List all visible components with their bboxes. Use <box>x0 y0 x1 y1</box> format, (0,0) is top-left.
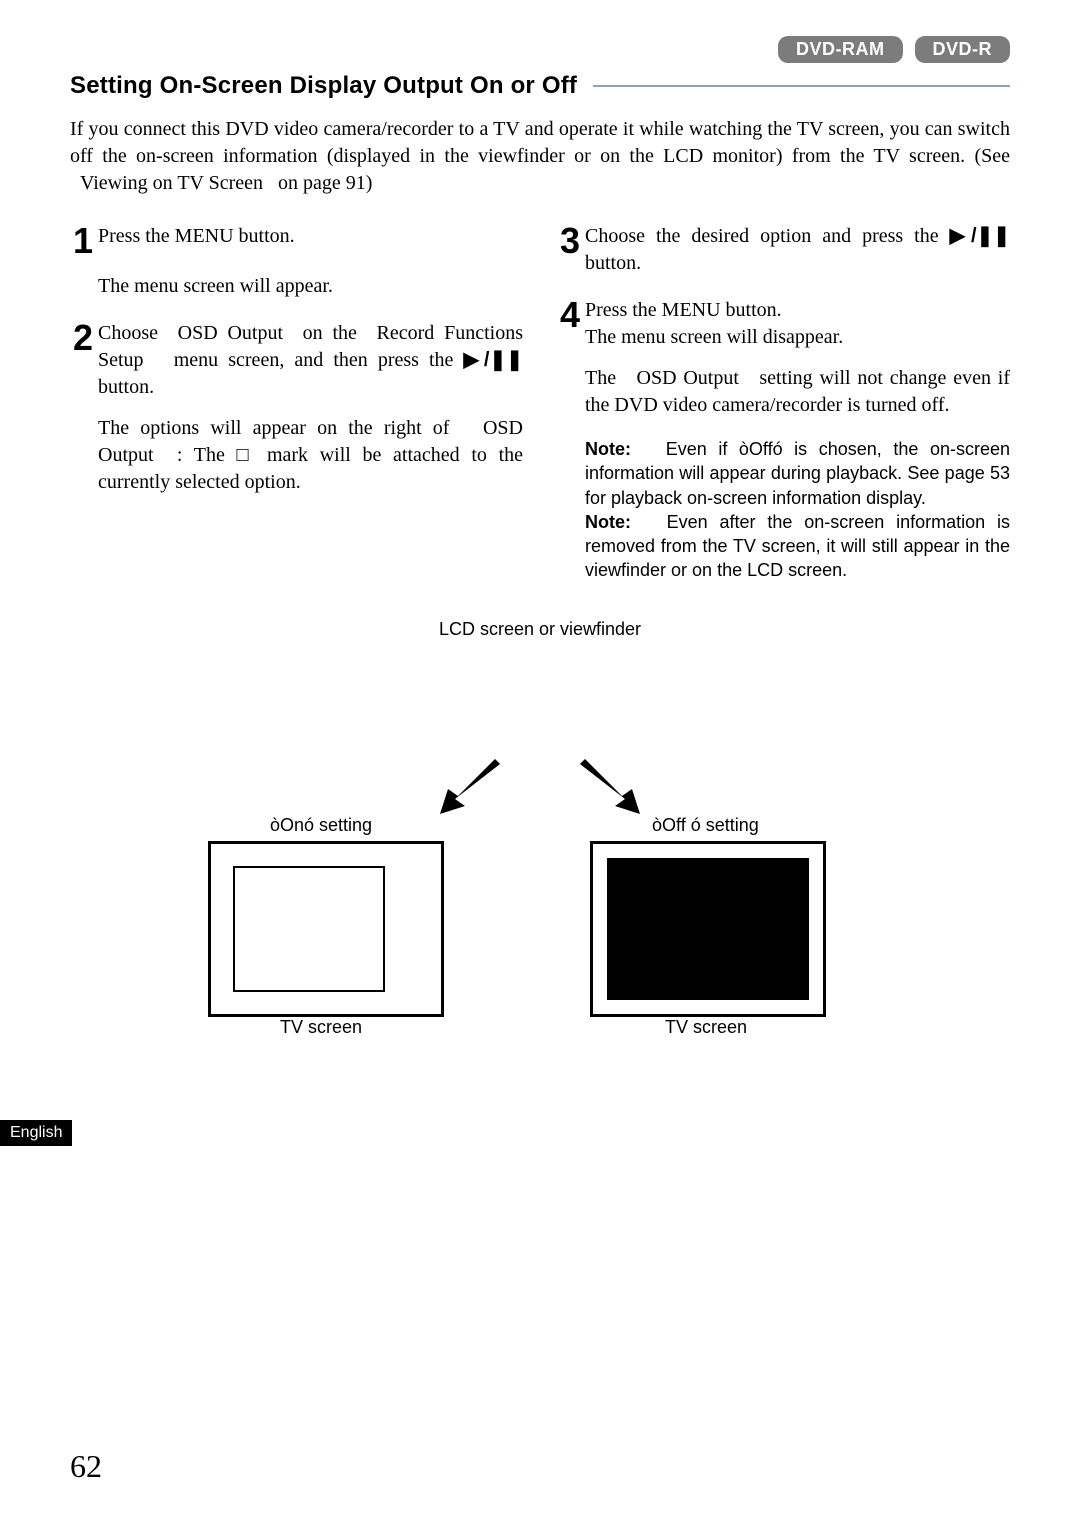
off-setting-label: òOff ó setting <box>652 815 759 836</box>
on-setting-label: òOnó setting <box>270 815 372 836</box>
step-number: 4 <box>557 297 583 333</box>
steps-columns: 1 Press the MENU button. The menu screen… <box>70 223 1010 583</box>
step-number: 3 <box>557 223 583 259</box>
step-2-text-pre: Choose OSD Output on the Record Function… <box>98 322 523 371</box>
notes-block: Note: Even if òOffó is chosen, the on-sc… <box>585 437 1010 583</box>
step-number: 2 <box>70 320 96 356</box>
arrow-left-icon <box>440 759 510 819</box>
step-number: 1 <box>70 223 96 259</box>
step-4: 4 Press the MENU button. The menu screen… <box>557 297 1010 351</box>
step-2-result: The options will appear on the right of … <box>98 415 523 496</box>
step-text: Press the MENU button. The menu screen w… <box>585 297 1010 351</box>
section-title-row: Setting On-Screen Display Output On or O… <box>70 72 1010 100</box>
badge-dvd-r: DVD-R <box>915 36 1011 63</box>
note-1-text: Even if òOffó is chosen, the on-screen i… <box>585 439 1010 508</box>
tv-caption-on: TV screen <box>280 1017 362 1038</box>
tv-screen-off <box>590 841 826 1017</box>
tv-inner-on <box>233 866 385 992</box>
play-pause-icon: ▶/❚❚ <box>950 225 1010 247</box>
step-4a-text: Press the MENU button. <box>585 299 782 321</box>
note-label: Note: <box>585 512 631 532</box>
right-column: 3 Choose the desired option and press th… <box>557 223 1010 583</box>
step-4-result: The OSD Output setting will not change e… <box>585 365 1010 419</box>
step-1: 1 Press the MENU button. <box>70 223 523 259</box>
step-text: Press the MENU button. <box>98 223 523 250</box>
language-tab: English <box>0 1120 72 1146</box>
tv-inner-off <box>607 858 809 1000</box>
badge-dvd-ram: DVD-RAM <box>778 36 903 63</box>
section-title: Setting On-Screen Display Output On or O… <box>70 72 577 100</box>
step-4b-text: The menu screen will disappear. <box>585 326 843 348</box>
step-3: 3 Choose the desired option and press th… <box>557 223 1010 277</box>
step-2-text-post: button. <box>98 376 154 398</box>
step-3-text-post: button. <box>585 252 641 274</box>
note-label: Note: <box>585 439 631 459</box>
tv-caption-off: TV screen <box>665 1017 747 1038</box>
step-text: Choose OSD Output on the Record Function… <box>98 320 523 401</box>
step-1-result: The menu screen will appear. <box>98 273 523 300</box>
step-3-text-pre: Choose the desired option and press the <box>585 225 950 247</box>
lcd-label: LCD screen or viewfinder <box>439 619 641 640</box>
note-2-text: Even after the on-screen information is … <box>585 512 1010 581</box>
manual-page: DVD-RAM DVD-R Setting On-Screen Display … <box>0 0 1080 1529</box>
play-pause-icon: ▶/❚❚ <box>463 349 523 371</box>
title-rule <box>593 85 1010 87</box>
tv-screen-on <box>208 841 444 1017</box>
step-2: 2 Choose OSD Output on the Record Functi… <box>70 320 523 401</box>
left-column: 1 Press the MENU button. The menu screen… <box>70 223 523 583</box>
step-text: Choose the desired option and press the … <box>585 223 1010 277</box>
page-number: 62 <box>70 1448 102 1485</box>
intro-paragraph: If you connect this DVD video camera/rec… <box>70 116 1010 197</box>
arrow-right-icon <box>570 759 640 819</box>
disc-type-badges: DVD-RAM DVD-R <box>778 36 1010 63</box>
osd-diagram: LCD screen or viewfinder òOnó setting òO… <box>70 619 1010 1059</box>
